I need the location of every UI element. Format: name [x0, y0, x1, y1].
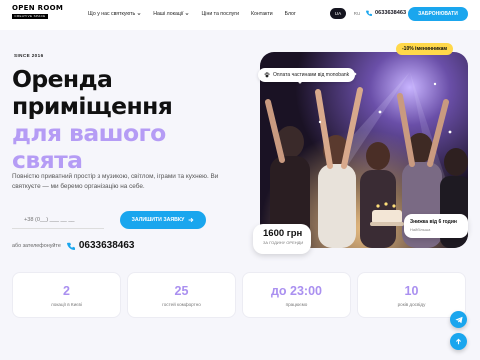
- main-nav: Що у нас святкують Наші локації Ціни та …: [88, 11, 308, 17]
- stat-value: 25: [174, 283, 189, 298]
- title-accent-line: свята: [12, 146, 83, 174]
- logo-text: OPEN ROOM: [12, 4, 64, 12]
- header-phone-link[interactable]: 0633638463: [366, 10, 406, 16]
- price-card: 1600 грн ЗА ГОДИНУ ОРЕНДИ: [253, 224, 311, 254]
- stat-label: років досвіду: [397, 301, 426, 307]
- stat-label: гостей комфортно: [162, 301, 201, 307]
- language-switcher: UA RU: [330, 8, 365, 19]
- hero-description: Повністю приватний простір з музикою, св…: [12, 173, 219, 190]
- stat-card: 10 років досвіду: [357, 272, 466, 318]
- nav-item-locations[interactable]: Наші локації: [153, 11, 189, 17]
- promo-subtitle: Найбільша: [410, 227, 431, 232]
- stat-card: до 23:00 працюємо: [242, 272, 351, 318]
- call-row: або зателефонуйте 0633638463: [12, 240, 134, 251]
- chevron-down-icon: [137, 13, 141, 16]
- submit-label: ЗАЛИШИТИ ЗАЯВКУ: [131, 217, 185, 223]
- telegram-button[interactable]: [450, 311, 467, 328]
- scroll-up-button[interactable]: [450, 333, 467, 350]
- paw-icon: [264, 72, 270, 78]
- lang-ua-button[interactable]: UA: [330, 8, 346, 19]
- nav-item-prices[interactable]: Ціни та послуги: [201, 11, 239, 17]
- stat-label: локації в Києві: [51, 301, 82, 307]
- nav-item-contacts[interactable]: Контакти: [251, 11, 273, 17]
- birthday-discount-badge: -10% іменинникам: [396, 43, 454, 55]
- stat-card: 2 локації в Києві: [12, 272, 121, 318]
- price-value: 1600 грн: [263, 228, 303, 239]
- header-phone-number: 0633638463: [375, 10, 407, 16]
- phone-input[interactable]: [12, 211, 104, 229]
- promo-title: Знижка від 6 годин: [410, 219, 457, 225]
- installment-text: Оплата частинами від monobank: [273, 72, 350, 78]
- title-line: приміщення: [12, 92, 173, 120]
- nav-label: Ціни та послуги: [201, 11, 240, 17]
- long-rental-discount-card: Знижка від 6 годин Найбільша: [404, 214, 468, 238]
- stat-card: 25 гостей комфортно: [127, 272, 236, 318]
- phone-icon: [66, 242, 75, 250]
- since-label: SINCE 2016: [14, 53, 44, 58]
- logo-subtitle: CREATIVE SPACE: [12, 14, 48, 19]
- nav-label: Контакти: [251, 11, 273, 17]
- page-title: Оренда приміщення для вашого свята: [12, 65, 173, 174]
- stat-value: 2: [63, 283, 70, 298]
- price-unit: ЗА ГОДИНУ ОРЕНДИ: [263, 240, 304, 245]
- title-accent-line: для вашого: [12, 119, 166, 147]
- stats-row: 2 локації в Києві 25 гостей комфортно до…: [12, 272, 466, 318]
- arrow-right-icon: [188, 217, 194, 223]
- phone-icon: [366, 10, 372, 16]
- nav-label: Наші локації: [153, 11, 184, 17]
- stat-label: працюємо: [285, 301, 308, 307]
- call-phone-link[interactable]: 0633638463: [66, 240, 135, 251]
- telegram-icon: [454, 316, 463, 323]
- stat-value: 10: [404, 283, 419, 298]
- site-header: OPEN ROOM CREATIVE SPACE Що у нас святку…: [0, 0, 480, 30]
- lead-form: ЗАЛИШИТИ ЗАЯВКУ: [12, 211, 206, 229]
- book-button[interactable]: ЗАБРОНЮВАТИ: [408, 7, 468, 21]
- nav-item-celebrations[interactable]: Що у нас святкують: [88, 11, 141, 17]
- nav-item-blog[interactable]: Блог: [285, 11, 296, 17]
- nav-label: Блог: [284, 11, 296, 17]
- installment-badge: Оплата частинами від monobank: [258, 68, 356, 82]
- lang-ru-button[interactable]: RU: [349, 8, 365, 19]
- call-phone-number: 0633638463: [78, 240, 135, 251]
- logo[interactable]: OPEN ROOM CREATIVE SPACE: [12, 4, 64, 23]
- chevron-down-icon: [186, 13, 189, 16]
- arrow-up-icon: [456, 338, 461, 345]
- nav-label: Що у нас святкують: [88, 11, 136, 17]
- call-label: або зателефонуйте: [12, 242, 61, 249]
- submit-request-button[interactable]: ЗАЛИШИТИ ЗАЯВКУ: [120, 211, 206, 229]
- title-line: Оренда: [12, 65, 113, 93]
- stat-value: до 23:00: [270, 283, 322, 298]
